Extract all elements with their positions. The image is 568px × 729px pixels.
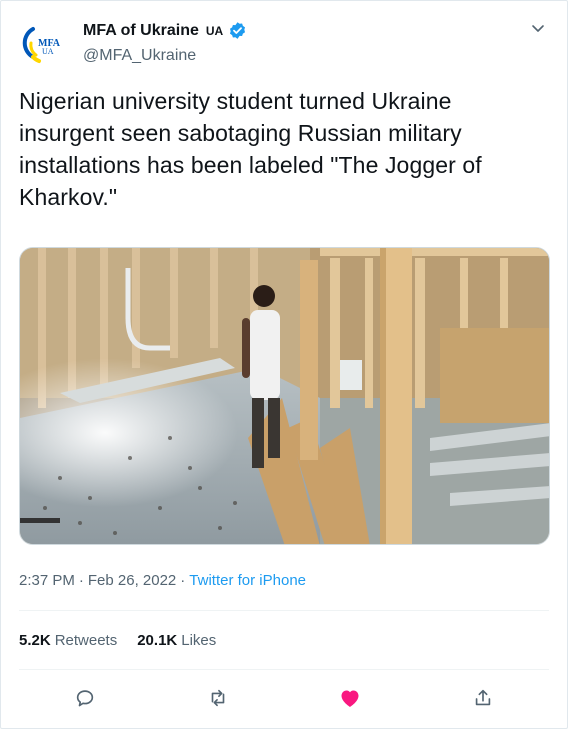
tweet-media-photo[interactable] [19, 247, 550, 545]
name-row: MFA of Ukraine UA [83, 21, 247, 40]
likes-stat[interactable]: 20.1K Likes [137, 632, 216, 649]
meta-separator: · [78, 572, 84, 589]
tweet-actions [19, 685, 549, 711]
share-icon[interactable] [470, 685, 496, 711]
retweets-stat[interactable]: 5.2K Retweets [19, 632, 117, 649]
tweet-date[interactable]: Feb 26, 2022 [88, 572, 176, 589]
likes-count: 20.1K [137, 632, 178, 649]
tweet-card: MFA UA MFA of Ukraine UA @MFA_Ukraine Ni… [0, 0, 568, 729]
retweet-icon[interactable] [205, 685, 231, 711]
tweet-time[interactable]: 2:37 PM [19, 572, 75, 589]
tweet-meta: 2:37 PM · Feb 26, 2022 · Twitter for iPh… [19, 572, 306, 589]
display-name[interactable]: MFA of Ukraine [83, 22, 199, 40]
tweet-stats: 5.2K Retweets 20.1K Likes [19, 632, 216, 649]
chevron-down-icon[interactable] [527, 17, 549, 39]
mfa-logo-icon: MFA UA [19, 19, 67, 67]
divider [19, 669, 549, 670]
likes-label: Likes [181, 632, 217, 649]
tweet-header: MFA UA MFA of Ukraine UA @MFA_Ukraine [19, 15, 553, 71]
verified-badge-icon [228, 21, 247, 40]
meta-separator: · [180, 572, 186, 589]
heart-filled-icon[interactable] [337, 685, 363, 711]
avatar[interactable]: MFA UA [19, 19, 67, 67]
avatar-text-bottom: UA [42, 47, 54, 56]
retweets-count: 5.2K [19, 632, 51, 649]
divider [19, 610, 549, 611]
display-name-country-code: UA [205, 23, 224, 38]
tweet-source-link[interactable]: Twitter for iPhone [189, 572, 306, 589]
tweet-text: Nigerian university student turned Ukrai… [19, 88, 482, 210]
account-handle[interactable]: @MFA_Ukraine [83, 47, 196, 65]
retweets-label: Retweets [54, 632, 118, 649]
reply-icon[interactable] [72, 685, 98, 711]
construction-site-photo [20, 248, 549, 544]
